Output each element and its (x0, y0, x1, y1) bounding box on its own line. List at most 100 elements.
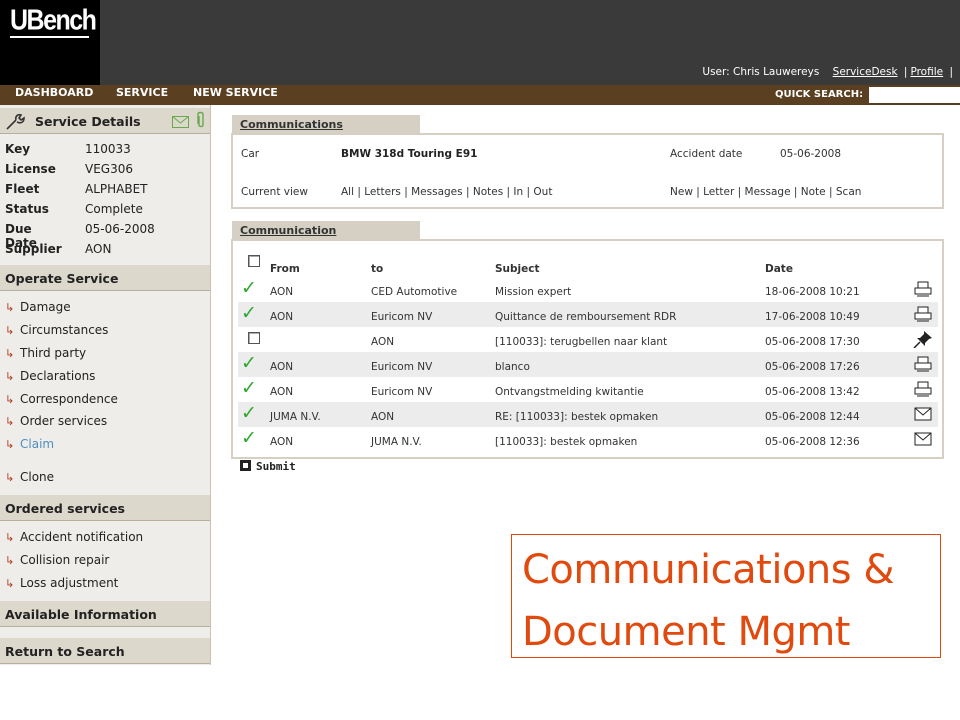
sidebar-item-order-services[interactable]: ↳ Order services (5, 414, 107, 428)
row-date: 05-06-2008 17:26 (765, 361, 860, 373)
row-subject: Mission expert (495, 286, 572, 298)
printer-icon[interactable] (913, 280, 933, 298)
return-to-search-header[interactable]: Return to Search (0, 638, 210, 664)
row-date: 05-06-2008 13:42 (765, 386, 860, 398)
caption-line-2: Document Mgmt (522, 609, 851, 655)
car-label: Car (241, 148, 260, 160)
arrow-icon: ↳ (5, 554, 15, 567)
printer-icon[interactable] (913, 380, 933, 398)
column-header-subject: Subject (495, 263, 540, 275)
pin-icon[interactable] (913, 330, 933, 348)
filter-out[interactable]: Out (533, 186, 552, 198)
new-separator: | (737, 186, 742, 198)
arrow-icon: ↳ (5, 347, 15, 360)
available-information-header[interactable]: Available Information (0, 601, 210, 627)
paperclip-icon[interactable] (196, 111, 206, 129)
row-date: 05-06-2008 12:44 (765, 411, 860, 423)
row-from: JUMA N.V. (270, 411, 321, 423)
main-nav: DASHBOARD SERVICE NEW SERVICE QUICK SEAR… (0, 85, 960, 105)
table-row[interactable]: ✓ AON Euricom NV blanco 05-06-2008 17:26 (238, 352, 938, 377)
detail-label: Status (5, 202, 49, 216)
detail-value: AON (85, 242, 112, 256)
caption-box: Communications & Document Mgmt (511, 534, 941, 658)
row-subject: blanco (495, 361, 530, 373)
link-separator: | (949, 66, 953, 78)
check-icon[interactable]: ✓ (241, 402, 257, 424)
nav-dashboard[interactable]: DASHBOARD (15, 86, 93, 99)
submit-label: Submit (256, 460, 296, 473)
printer-icon[interactable] (913, 305, 933, 323)
row-to: JUMA N.V. (371, 436, 422, 448)
filter-all[interactable]: All (341, 186, 354, 198)
operate-service-title: Operate Service (5, 271, 119, 286)
check-icon[interactable]: ✓ (241, 352, 257, 374)
tab-communications[interactable]: Communications (232, 115, 420, 134)
current-view-label: Current view (241, 186, 308, 198)
filter-messages[interactable]: Messages (411, 186, 463, 198)
new-letter-link[interactable]: Letter (703, 186, 734, 198)
logo[interactable]: UBench (0, 0, 100, 85)
new-note-link[interactable]: Note (801, 186, 826, 198)
sidebar-item-claim[interactable]: ↳ Claim (5, 437, 54, 451)
sidebar-item-collision-repair[interactable]: ↳ Collision repair (5, 553, 109, 567)
table-row[interactable]: ✓ AON JUMA N.V. [110033]: bestek opmaken… (238, 427, 938, 452)
link-separator: | (903, 66, 908, 78)
nav-service[interactable]: SERVICE (116, 86, 168, 99)
filter-in[interactable]: In (513, 186, 523, 198)
sidebar-item-declarations[interactable]: ↳ Declarations (5, 369, 95, 383)
row-to: Euricom NV (371, 311, 433, 323)
sidebar: Service Details Key 110033 License VEG30… (0, 105, 211, 665)
sidebar-item-circumstances[interactable]: ↳ Circumstances (5, 323, 108, 337)
select-all-checkbox[interactable] (248, 255, 260, 267)
detail-label: License (5, 162, 56, 176)
row-subject: RE: [110033]: bestek opmaken (495, 411, 659, 423)
filter-notes[interactable]: Notes (473, 186, 503, 198)
sidebar-item-third-party[interactable]: ↳ Third party (5, 346, 86, 360)
sidebar-item-clone[interactable]: ↳ Clone (5, 470, 54, 484)
table-row[interactable]: ✓ AON Euricom NV Ontvangstmelding kwitan… (238, 377, 938, 402)
check-icon[interactable]: ✓ (241, 377, 257, 399)
arrow-icon: ↳ (5, 415, 15, 428)
sidebar-item-accident-notification[interactable]: ↳ Accident notification (5, 530, 143, 544)
profile-link[interactable]: Profile (910, 66, 943, 78)
submit-button[interactable]: Submit (240, 460, 296, 473)
detail-value: Complete (85, 202, 143, 216)
row-to: Euricom NV (371, 361, 433, 373)
row-date: 17-06-2008 10:49 (765, 311, 860, 323)
row-from: AON (270, 311, 294, 323)
quick-search-input[interactable] (869, 87, 960, 103)
row-date: 05-06-2008 17:30 (765, 336, 860, 348)
sidebar-item-loss-adjustment[interactable]: ↳ Loss adjustment (5, 576, 118, 590)
sidebar-item-label: Accident notification (20, 530, 144, 544)
row-date: 18-06-2008 10:21 (765, 286, 860, 298)
row-subject: [110033]: bestek opmaken (495, 436, 638, 448)
check-icon[interactable]: ✓ (241, 302, 257, 324)
logo-text: UBench (10, 4, 97, 37)
new-message-link[interactable]: Message (745, 186, 791, 198)
table-row[interactable]: ✓ AON CED Automotive Mission expert 18-0… (238, 277, 938, 302)
table-row[interactable]: ✓ JUMA N.V. AON RE: [110033]: bestek opm… (238, 402, 938, 427)
servicedesk-link[interactable]: ServiceDesk (833, 66, 898, 78)
envelope-icon[interactable] (172, 116, 189, 128)
nav-new-service[interactable]: NEW SERVICE (193, 86, 278, 99)
new-scan-link[interactable]: Scan (836, 186, 862, 198)
row-checkbox[interactable] (248, 332, 260, 344)
envelope-icon[interactable] (913, 430, 933, 448)
printer-icon[interactable] (913, 355, 933, 373)
row-subject: Quittance de remboursement RDR (495, 311, 677, 323)
sidebar-item-damage[interactable]: ↳ Damage (5, 300, 71, 314)
sidebar-item-label: Clone (20, 470, 55, 484)
check-icon[interactable]: ✓ (241, 277, 257, 299)
column-header-from: From (270, 263, 300, 275)
table-row[interactable]: AON [110033]: terugbellen naar klant 05-… (238, 327, 938, 352)
table-row[interactable]: ✓ AON Euricom NV Quittance de remboursem… (238, 302, 938, 327)
new-separator: | (793, 186, 798, 198)
envelope-icon[interactable] (913, 405, 933, 423)
row-from: AON (270, 286, 294, 298)
tab-communication[interactable]: Communication (232, 221, 420, 240)
detail-value: VEG306 (85, 162, 133, 176)
check-icon[interactable]: ✓ (241, 427, 257, 449)
filter-letters[interactable]: Letters (364, 186, 401, 198)
filter-separator: | (506, 186, 511, 198)
sidebar-item-correspondence[interactable]: ↳ Correspondence (5, 392, 118, 406)
